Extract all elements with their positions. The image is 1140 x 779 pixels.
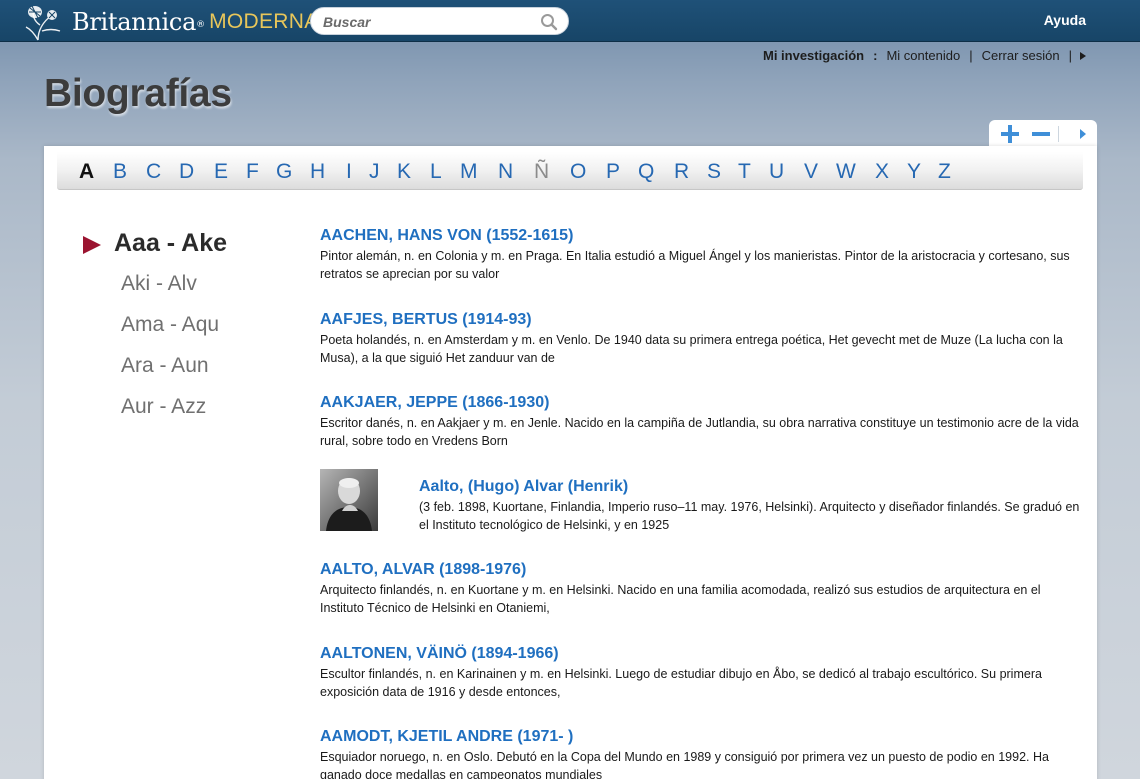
research-bar: Mi investigación : Mi contenido | Cerrar… (763, 48, 1086, 63)
letter-c[interactable]: C (146, 160, 161, 184)
biography-entry: AAKJAER, JEPPE (1866-1930) Escritor dané… (320, 393, 1084, 450)
zoom-in-icon[interactable] (998, 122, 1022, 146)
letter-z[interactable]: Z (938, 160, 951, 184)
letter-v[interactable]: V (804, 160, 818, 184)
entry-title-link[interactable]: AALTO, ALVAR (1898-1976) (320, 560, 1084, 580)
entry-description: Escritor danés, n. en Aakjaer y m. en Je… (320, 416, 1079, 448)
biography-entry: AALTONEN, VÄINÖ (1894-1966) Escultor fin… (320, 644, 1084, 701)
letter-h[interactable]: H (310, 160, 325, 184)
entry-description: Pintor alemán, n. en Colonia y m. en Pra… (320, 249, 1070, 281)
biography-entry: Aalto, (Hugo) Alvar (Henrik) (3 feb. 189… (320, 469, 1084, 539)
letter-y[interactable]: Y (907, 160, 921, 184)
brand-name: Britannica (72, 8, 197, 36)
search-input[interactable] (323, 11, 528, 33)
range-item[interactable]: Ama - Aqu (121, 313, 219, 337)
entry-description: (3 feb. 1898, Kuortane, Finlandia, Imper… (419, 500, 1080, 532)
range-item[interactable]: Aki - Alv (121, 272, 197, 296)
alphabet-bar: A B C D E F G H I J K L M N Ñ O P Q R S … (57, 152, 1083, 190)
entry-title-link[interactable]: AAFJES, BERTUS (1914-93) (320, 310, 1084, 330)
letter-o[interactable]: O (570, 160, 586, 184)
range-item[interactable]: Ara - Aun (121, 354, 209, 378)
portrait-photo[interactable] (320, 469, 378, 531)
entry-title-link[interactable]: AAMODT, KJETIL ANDRE (1971- ) (320, 727, 1084, 747)
registered-mark: ® (196, 20, 206, 30)
letter-u[interactable]: U (769, 160, 784, 184)
divider (1058, 126, 1059, 142)
product-name: MODERNA (209, 10, 319, 33)
britannica-logo[interactable]: Britannica ® MODERNA (24, 3, 319, 41)
letter-q[interactable]: Q (638, 160, 654, 184)
letter-j[interactable]: J (369, 160, 380, 184)
help-link[interactable]: Ayuda (1044, 12, 1086, 28)
entry-description: Escultor finlandés, n. en Karinainen y m… (320, 667, 1042, 699)
entry-description: Esquiador noruego, n. en Oslo. Debutó en… (320, 750, 1049, 779)
page-title: Biografías (44, 72, 232, 115)
letter-f[interactable]: F (246, 160, 259, 184)
entry-text: Aalto, (Hugo) Alvar (Henrik) (3 feb. 189… (419, 477, 1084, 534)
letter-r[interactable]: R (674, 160, 689, 184)
letter-m[interactable]: M (460, 160, 478, 184)
logout-link[interactable]: Cerrar sesión (982, 48, 1060, 63)
letter-l[interactable]: L (430, 160, 442, 184)
divider: | (1068, 48, 1072, 63)
entry-title-link[interactable]: AALTONEN, VÄINÖ (1894-1966) (320, 644, 1084, 664)
biography-entry: AAMODT, KJETIL ANDRE (1971- ) Esquiador … (320, 727, 1084, 779)
letter-w[interactable]: W (836, 160, 856, 184)
zoom-controls (989, 120, 1097, 148)
search-box (310, 7, 569, 35)
divider: | (969, 48, 973, 63)
entry-title-link[interactable]: AAKJAER, JEPPE (1866-1930) (320, 393, 1084, 413)
range-item[interactable]: Aur - Azz (121, 395, 206, 419)
biography-entry: AAFJES, BERTUS (1914-93) Poeta holandés,… (320, 310, 1084, 367)
letter-i[interactable]: I (346, 160, 352, 184)
arrow-right-icon[interactable] (1071, 122, 1095, 146)
selected-arrow-icon (83, 236, 101, 254)
letter-n-tilde: Ñ (534, 160, 550, 183)
top-bar: Britannica®MODERNA Ayuda (0, 0, 1140, 42)
entry-title-link[interactable]: AACHEN, HANS VON (1552-1615) (320, 226, 1084, 246)
entry-description: Arquitecto finlandés, n. en Kuortane y m… (320, 583, 1041, 615)
letter-s[interactable]: S (707, 160, 721, 184)
letter-k[interactable]: K (397, 160, 411, 184)
biography-entry: AACHEN, HANS VON (1552-1615) Pintor alem… (320, 226, 1084, 283)
letter-t[interactable]: T (738, 160, 751, 184)
letter-p[interactable]: P (606, 160, 620, 184)
thistle-logo-icon (25, 5, 61, 41)
letter-a[interactable]: A (79, 160, 94, 184)
zoom-out-icon[interactable] (1029, 122, 1053, 146)
entry-description: Poeta holandés, n. en Amsterdam y m. en … (320, 333, 1063, 365)
entry-title-link[interactable]: Aalto, (Hugo) Alvar (Henrik) (419, 477, 1084, 497)
letter-x[interactable]: X (875, 160, 889, 184)
research-colon: : (873, 48, 878, 63)
my-content-link[interactable]: Mi contenido (886, 48, 960, 63)
search-icon[interactable] (540, 13, 558, 31)
letter-d[interactable]: D (179, 160, 194, 184)
arrow-right-icon[interactable] (1080, 51, 1086, 60)
range-item-active[interactable]: Aaa - Ake (114, 229, 227, 258)
letter-b[interactable]: B (113, 160, 127, 184)
biography-entry: AALTO, ALVAR (1898-1976) Arquitecto finl… (320, 560, 1084, 617)
my-research-label: Mi investigación (762, 48, 865, 63)
portrait-image (320, 469, 378, 531)
content-panel: A B C D E F G H I J K L M N Ñ O P Q R S … (44, 146, 1097, 779)
letter-g[interactable]: G (276, 160, 292, 184)
letter-n[interactable]: N (498, 160, 513, 184)
letter-e[interactable]: E (214, 160, 228, 184)
